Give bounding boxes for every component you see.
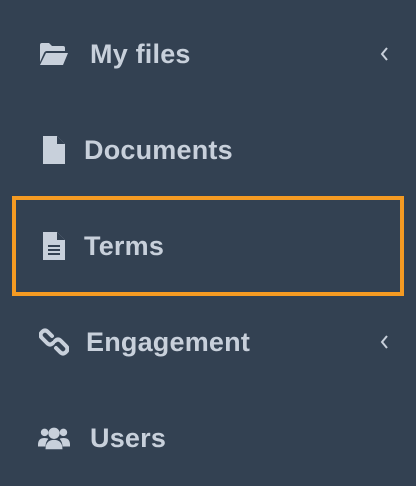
- sidebar-nav: My files Documents Terms Engagement User…: [0, 0, 416, 484]
- sidebar-item-my-files[interactable]: My files: [0, 6, 416, 102]
- folder-open-icon: [38, 38, 70, 70]
- sidebar-item-label: Terms: [84, 230, 165, 261]
- sidebar-item-label: Documents: [84, 134, 233, 165]
- sidebar-item-users[interactable]: Users: [0, 390, 416, 486]
- sidebar-item-terms[interactable]: Terms: [0, 198, 416, 294]
- chevron-left-icon[interactable]: [378, 44, 390, 64]
- link-icon: [38, 326, 70, 358]
- sidebar-item-label: Users: [90, 422, 167, 453]
- sidebar-item-label: My files: [90, 38, 191, 69]
- sidebar-item-documents[interactable]: Documents: [0, 102, 416, 198]
- sidebar-item-label: Engagement: [86, 326, 251, 357]
- file-icon: [38, 134, 70, 166]
- sidebar-item-engagement[interactable]: Engagement: [0, 294, 416, 390]
- users-icon: [38, 422, 70, 454]
- file-text-icon: [38, 230, 70, 262]
- chevron-left-icon[interactable]: [378, 332, 390, 352]
